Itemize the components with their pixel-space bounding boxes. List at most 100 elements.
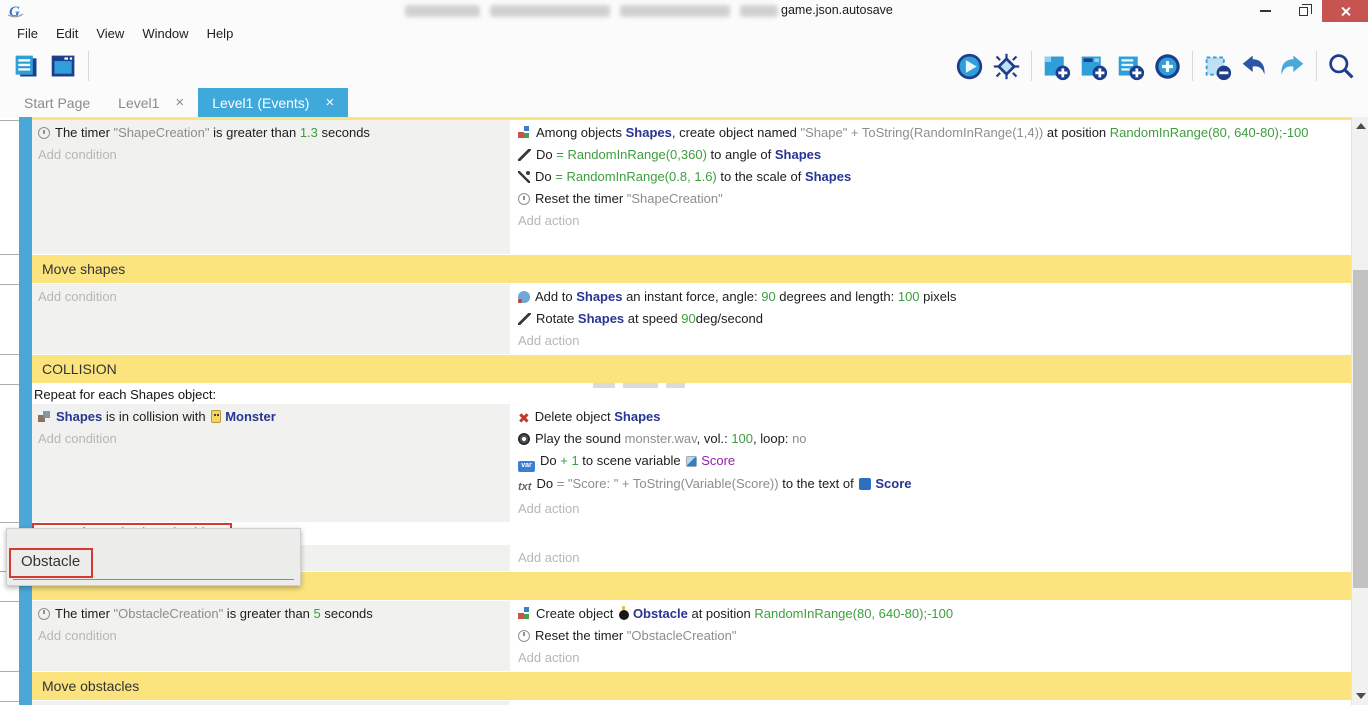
action-line[interactable]: Reset the timer "ObstacleCreation" (518, 625, 1330, 647)
event-selection-bar[interactable] (19, 671, 32, 701)
angle-icon (518, 149, 531, 161)
add-event-button[interactable] (1038, 48, 1075, 84)
add-action-button[interactable]: Add action (518, 210, 1330, 232)
add-sub-event-icon (1079, 52, 1108, 81)
condition-line[interactable]: The timer "ObstacleCreation" is greater … (38, 603, 510, 625)
event-selection-bar[interactable] (19, 384, 32, 522)
actions-column: ✖Delete object ShapesPlay the sound mons… (510, 404, 1351, 522)
scrollbar-thumb[interactable] (1353, 270, 1368, 588)
action-line[interactable]: Reset the timer "ShapeCreation" (518, 188, 1330, 210)
text-segment: Reset the timer (535, 191, 627, 206)
remove-selection-button[interactable] (1199, 48, 1236, 84)
text-segment: Delete object (535, 409, 615, 424)
action-line[interactable]: varDo + 1 to scene variable Score (518, 450, 1330, 473)
action-line[interactable]: txtDo = "Score: " + ToString(Variable(Sc… (518, 473, 1330, 498)
conditions-column: The timer "ObstacleCreation" is greater … (32, 601, 510, 671)
add-action-button[interactable]: Add action (518, 647, 1330, 669)
add-condition-button[interactable]: Add condition (38, 428, 510, 450)
tab-level1[interactable]: Level1× (104, 88, 198, 117)
text-segment: monster.wav (625, 431, 697, 446)
event-selection-bar[interactable] (19, 284, 32, 354)
event-selection-bar[interactable] (19, 120, 32, 254)
text-segment: 90 (761, 289, 775, 304)
comment-block: Move shapes (0, 254, 1351, 284)
project-manager-button[interactable] (8, 48, 45, 84)
event-selection-bar[interactable] (19, 254, 32, 284)
text-segment: seconds (321, 606, 373, 621)
comment-text[interactable]: COLLISION (32, 355, 1351, 383)
add-condition-button[interactable]: Add condition (38, 144, 510, 166)
action-line[interactable]: ✖Delete object Shapes (518, 406, 1330, 428)
tab-start-page[interactable]: Start Page (10, 88, 104, 117)
restore-button[interactable] (1284, 0, 1322, 22)
undo-button[interactable] (1236, 48, 1273, 84)
add-comment-button[interactable] (1112, 48, 1149, 84)
redacted-title-segment (405, 5, 480, 17)
action-line[interactable]: Among objects Shapes, create object name… (518, 122, 1330, 144)
menu-item-edit[interactable]: Edit (47, 26, 87, 41)
event-selection-bar[interactable] (19, 354, 32, 384)
vertical-scrollbar[interactable] (1351, 117, 1368, 705)
add-action-button[interactable]: Add action (518, 547, 1330, 569)
menu-item-file[interactable]: File (8, 26, 47, 41)
tab-close-icon[interactable]: × (325, 94, 334, 111)
scroll-up-arrow-icon[interactable] (1356, 123, 1366, 129)
add-new-button[interactable] (1149, 48, 1186, 84)
tab-close-icon[interactable]: × (175, 94, 184, 111)
repeat-header[interactable]: Repeat for each Shapes object: (32, 384, 1351, 404)
event-selection-bar[interactable] (19, 601, 32, 671)
menu-item-view[interactable]: View (87, 26, 133, 41)
text-segment: Play the sound (535, 431, 625, 446)
event-gutter (0, 284, 19, 354)
text-field-underline (13, 579, 294, 580)
scroll-down-arrow-icon[interactable] (1356, 693, 1366, 699)
search-button[interactable] (1323, 48, 1360, 84)
add-sub-event-button[interactable] (1075, 48, 1112, 84)
actions-column: Among objects Shapes, create object name… (510, 120, 1351, 254)
sound-icon (518, 433, 530, 445)
action-line[interactable]: Do = RandomInRange(0,360) to angle of Sh… (518, 144, 1330, 166)
event-selection-bar[interactable] (19, 701, 32, 705)
add-condition-button[interactable]: Add condition (38, 625, 510, 647)
text-segment: = RandomInRange(0,360) (556, 147, 707, 162)
action-line[interactable]: Add to Shapes an instant force, angle: 9… (518, 286, 1330, 308)
action-line[interactable]: Create object Obstacle at position Rando… (518, 603, 1330, 625)
tab-level1-events-[interactable]: Level1 (Events)× (198, 88, 348, 117)
play-button[interactable] (951, 48, 988, 84)
events-sheet: The timer "ShapeCreation" is greater tha… (0, 117, 1368, 705)
text-segment: to scene variable (579, 453, 685, 468)
repeat-event-block: Repeat for each Shapes object:Shapes is … (0, 384, 1351, 522)
condition-line[interactable]: The timer "ShapeCreation" is greater tha… (38, 122, 510, 144)
text-segment: no (792, 431, 806, 446)
debug-button[interactable] (988, 48, 1025, 84)
monster-icon (211, 410, 221, 423)
menu-item-help[interactable]: Help (198, 26, 243, 41)
scene-editor-button[interactable] (45, 48, 82, 84)
render-artifact (666, 383, 685, 388)
close-button[interactable] (1322, 0, 1368, 22)
project-manager-icon (12, 52, 41, 81)
text-segment: seconds (318, 125, 370, 140)
minimize-button[interactable] (1246, 0, 1284, 22)
text-segment: to the text of (779, 476, 858, 491)
action-line[interactable]: Do = RandomInRange(0.8, 1.6) to the scal… (518, 166, 1330, 188)
timer-icon (38, 127, 50, 139)
text-segment: "ObstacleCreation" (114, 606, 224, 621)
add-action-button[interactable]: Add action (518, 498, 1330, 520)
add-action-button[interactable]: Add action (518, 330, 1330, 352)
text-segment: deg/second (696, 311, 763, 326)
actions-column: Create object Obstacle at position Rando… (510, 601, 1351, 671)
condition-line[interactable]: Shapes is in collision with Monster (38, 406, 510, 428)
text-segment: 100 (731, 431, 753, 446)
comment-text[interactable]: Move obstacles (32, 672, 1351, 700)
text-segment: 5 (314, 606, 321, 621)
redo-button[interactable] (1273, 48, 1310, 84)
action-line[interactable]: Rotate Shapes at speed 90deg/second (518, 308, 1330, 330)
add-condition-button[interactable]: Add condition (38, 286, 510, 308)
repeat-sub-event: Shapes is in collision with MonsterAdd c… (32, 404, 1351, 522)
action-line[interactable]: Play the sound monster.wav, vol.: 100, l… (518, 428, 1330, 450)
text-segment: + 1 (560, 453, 578, 468)
close-icon (1340, 6, 1351, 17)
menu-item-window[interactable]: Window (133, 26, 197, 41)
comment-text[interactable]: Move shapes (32, 255, 1351, 283)
